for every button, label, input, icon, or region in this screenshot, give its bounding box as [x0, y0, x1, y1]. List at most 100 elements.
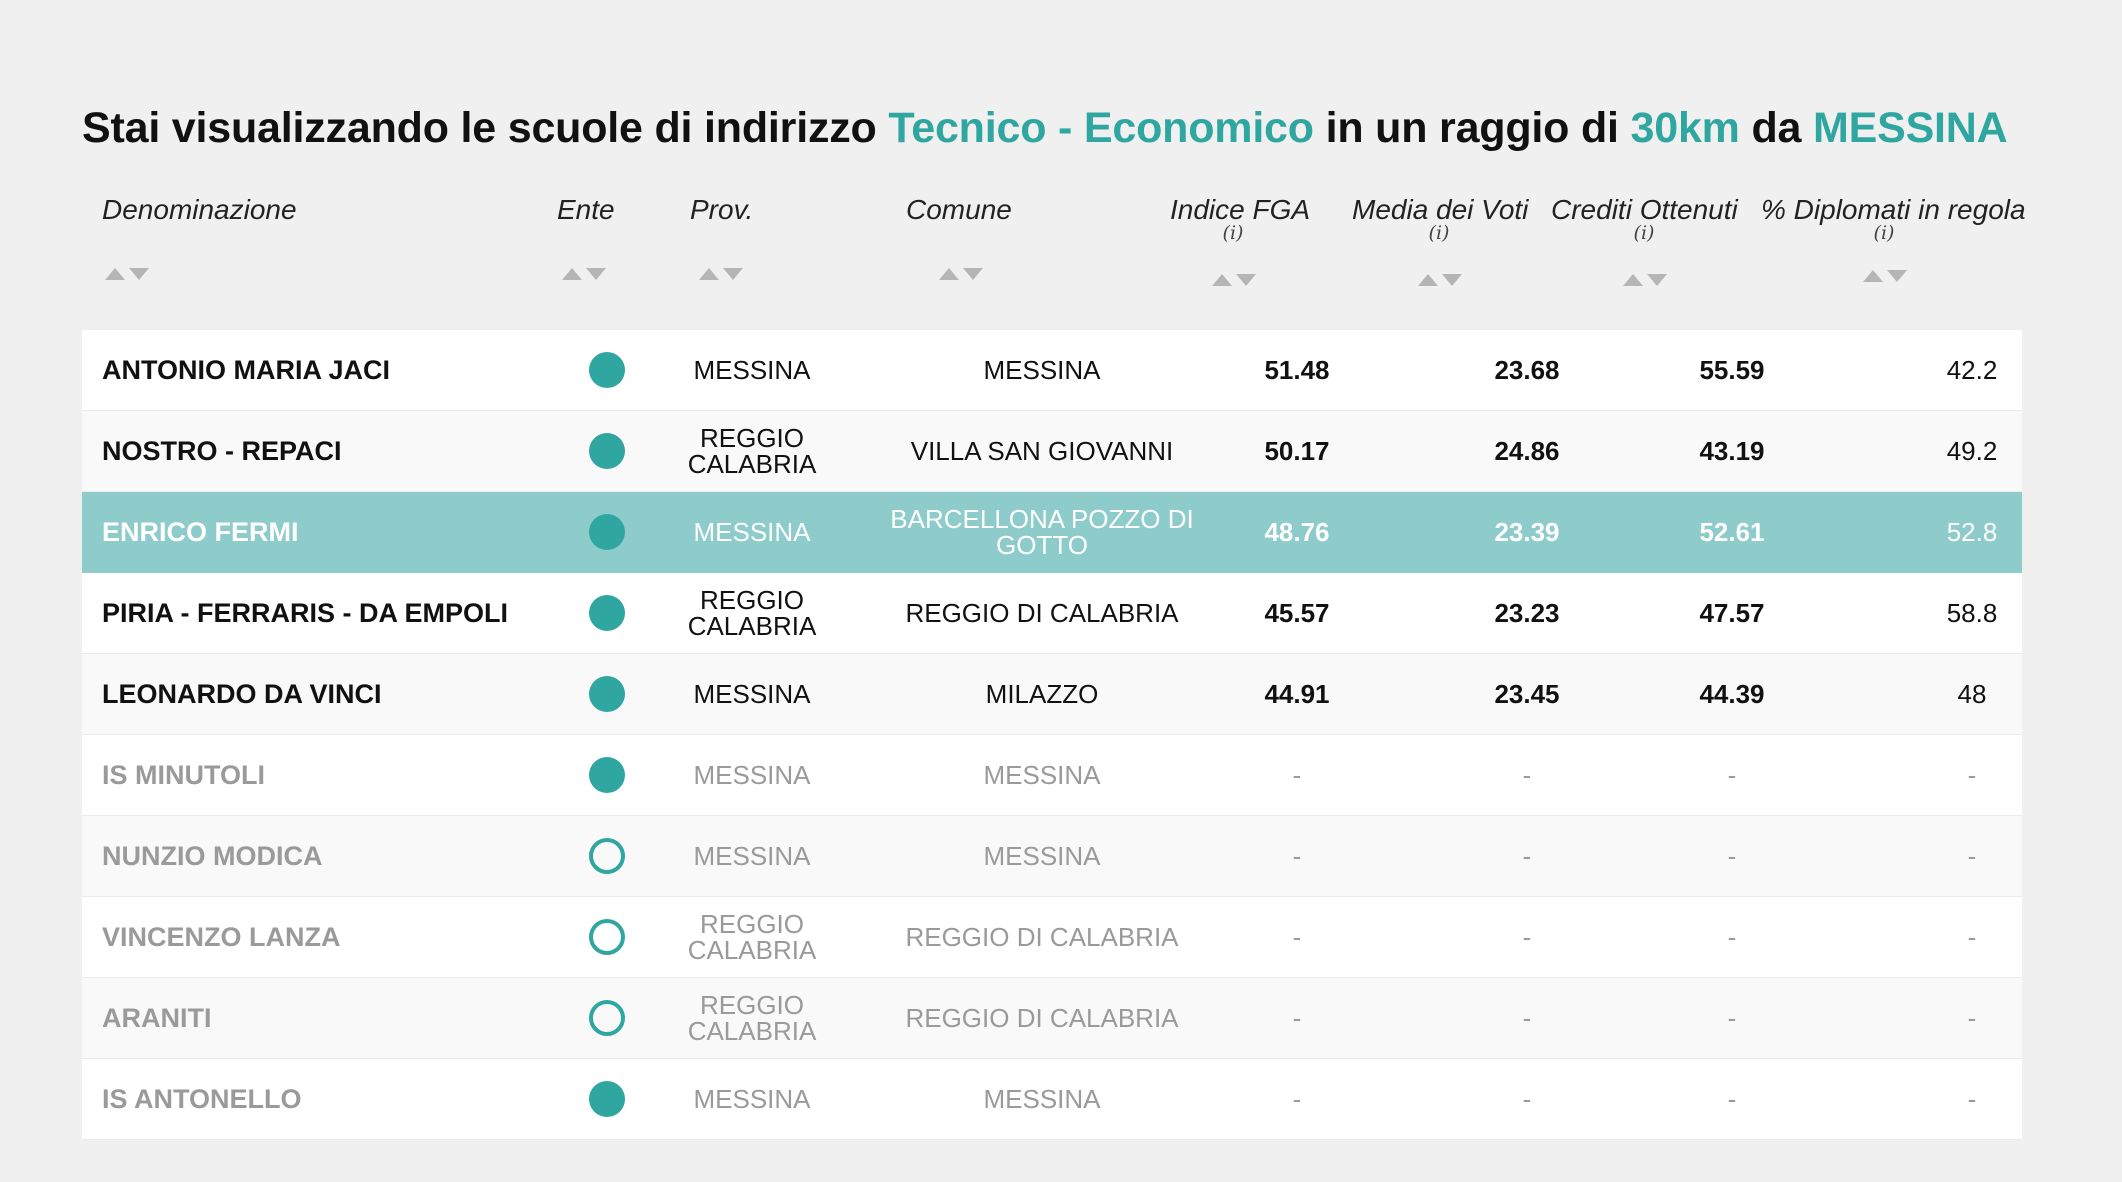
- prov-line-2: CALABRIA: [687, 935, 817, 965]
- sort-denominazione-icon[interactable]: [105, 266, 149, 282]
- prov-cell: MESSINA: [652, 816, 852, 896]
- table-row[interactable]: LEONARDO DA VINCI MESSINA MILAZZO 44.91 …: [82, 654, 2022, 735]
- ente-cell: [562, 492, 652, 572]
- school-name[interactable]: ENRICO FERMI: [102, 492, 299, 572]
- sort-desc-icon[interactable]: [1887, 270, 1907, 282]
- sort-desc-icon[interactable]: [1236, 274, 1256, 286]
- sort-fga-icon[interactable]: [1212, 272, 1256, 288]
- comune-text: MESSINA: [983, 841, 1101, 871]
- table-row-highlighted[interactable]: ENRICO FERMI MESSINA BARCELLONA POZZO DI…: [82, 492, 2022, 573]
- table-row[interactable]: PIRIA - FERRARIS - DA EMPOLI REGGIO CALAB…: [82, 573, 2022, 654]
- header-denominazione: Denominazione: [102, 194, 297, 225]
- sort-asc-icon[interactable]: [1623, 274, 1643, 286]
- sort-asc-icon[interactable]: [105, 268, 125, 280]
- sort-desc-icon[interactable]: [723, 268, 743, 280]
- sort-diplomati-icon[interactable]: [1863, 268, 1907, 284]
- ente-cell: [562, 816, 652, 896]
- sort-desc-icon[interactable]: [129, 268, 149, 280]
- ente-public-icon: [589, 595, 625, 631]
- prov-cell: REGGIO CALABRIA: [652, 411, 852, 491]
- info-icon-diplomati[interactable]: (i): [1874, 222, 1895, 244]
- school-name[interactable]: NUNZIO MODICA: [102, 816, 322, 896]
- sort-prov-icon[interactable]: [699, 266, 743, 282]
- ente-cell: [562, 411, 652, 491]
- school-name[interactable]: LEONARDO DA VINCI: [102, 654, 382, 734]
- header-ente: Ente: [557, 194, 615, 225]
- prov-text: REGGIO CALABRIA: [688, 425, 817, 477]
- school-name[interactable]: ANTONIO MARIA JACI: [102, 330, 390, 410]
- table-row[interactable]: IS ANTONELLO MESSINA MESSINA - - - -: [82, 1059, 2022, 1140]
- comune-text: MESSINA: [983, 1084, 1101, 1114]
- diplomati-value: 42.2: [1946, 355, 1998, 385]
- diplomati-value: -: [1967, 841, 1977, 871]
- ente-cell: [562, 1059, 652, 1139]
- sort-asc-icon[interactable]: [1212, 274, 1232, 286]
- ente-cell: [562, 735, 652, 815]
- sort-asc-icon[interactable]: [1418, 274, 1438, 286]
- ente-public-icon: [589, 352, 625, 388]
- sort-media-icon[interactable]: [1418, 272, 1462, 288]
- prov-cell: REGGIO CALABRIA: [652, 573, 852, 653]
- page-title: Stai visualizzando le scuole di indirizz…: [82, 104, 2008, 153]
- table-row[interactable]: IS MINUTOLI MESSINA MESSINA - - - -: [82, 735, 2022, 816]
- prov-cell: REGGIO CALABRIA: [652, 897, 852, 977]
- school-name[interactable]: NOSTRO - REPACI: [102, 411, 342, 491]
- title-connector: da: [1739, 104, 1813, 152]
- title-raggio: 30km: [1630, 104, 1740, 152]
- table-row[interactable]: ARANITI REGGIO CALABRIA REGGIO DI CALABRI…: [82, 978, 2022, 1059]
- sort-crediti-icon[interactable]: [1623, 272, 1667, 288]
- info-icon-crediti[interactable]: (i): [1634, 222, 1655, 244]
- comune-line-2: GOTTO: [996, 530, 1088, 560]
- sort-desc-icon[interactable]: [1647, 274, 1667, 286]
- prov-text: MESSINA: [693, 1084, 811, 1114]
- school-name[interactable]: IS MINUTOLI: [102, 735, 265, 815]
- ente-private-icon: [589, 919, 625, 955]
- diplomati-value: -: [1967, 922, 1977, 952]
- table-row[interactable]: NUNZIO MODICA MESSINA MESSINA - - - -: [82, 816, 2022, 897]
- school-name[interactable]: VINCENZO LANZA: [102, 897, 341, 977]
- title-middle: in un raggio di: [1313, 104, 1631, 152]
- sort-comune-icon[interactable]: [939, 266, 983, 282]
- ente-cell: [562, 654, 652, 734]
- prov-text: MESSINA: [693, 760, 811, 790]
- sort-desc-icon[interactable]: [963, 268, 983, 280]
- diplomati-value: 58.8: [1946, 598, 1998, 628]
- sort-asc-icon[interactable]: [1863, 270, 1883, 282]
- sort-asc-icon[interactable]: [699, 268, 719, 280]
- sort-ente-icon[interactable]: [562, 266, 606, 282]
- title-prefix: Stai visualizzando le scuole di indirizz…: [82, 104, 889, 152]
- diplomati-value: -: [1967, 1084, 1977, 1114]
- prov-text: MESSINA: [693, 679, 811, 709]
- prov-cell: MESSINA: [652, 735, 852, 815]
- prov-text: MESSINA: [693, 355, 811, 385]
- prov-line-2: CALABRIA: [687, 449, 817, 479]
- ente-private-icon: [589, 838, 625, 874]
- prov-text: REGGIO CALABRIA: [688, 911, 817, 963]
- sort-asc-icon[interactable]: [939, 268, 959, 280]
- sort-desc-icon[interactable]: [1442, 274, 1462, 286]
- school-name[interactable]: PIRIA - FERRARIS - DA EMPOLI: [102, 573, 508, 653]
- table-row[interactable]: ANTONIO MARIA JACI MESSINA MESSINA 51.48…: [82, 330, 2022, 411]
- school-name[interactable]: ARANITI: [102, 978, 212, 1058]
- ente-cell: [562, 573, 652, 653]
- table-row[interactable]: NOSTRO - REPACI REGGIO CALABRIA VILLA SAN…: [82, 411, 2022, 492]
- sort-desc-icon[interactable]: [586, 268, 606, 280]
- comune-text: MESSINA: [983, 760, 1101, 790]
- diplomati-value: -: [1967, 760, 1977, 790]
- ente-public-icon: [589, 433, 625, 469]
- prov-line-2: CALABRIA: [687, 611, 817, 641]
- comune-text: MILAZZO: [985, 679, 1099, 709]
- diplomati-value: -: [1967, 1003, 1977, 1033]
- comune-text: MESSINA: [983, 355, 1101, 385]
- sort-asc-icon[interactable]: [562, 268, 582, 280]
- school-name[interactable]: IS ANTONELLO: [102, 1059, 302, 1139]
- header-prov: Prov.: [690, 194, 754, 225]
- prov-cell: REGGIO CALABRIA: [652, 978, 852, 1058]
- table-row[interactable]: VINCENZO LANZA REGGIO CALABRIA REGGIO DI …: [82, 897, 2022, 978]
- prov-text: MESSINA: [693, 841, 811, 871]
- ente-cell: [562, 897, 652, 977]
- diplomati-value: 48: [1957, 679, 1987, 709]
- info-icon-fga[interactable]: (i): [1223, 222, 1244, 244]
- info-icon-media[interactable]: (i): [1429, 222, 1450, 244]
- ente-public-icon: [589, 676, 625, 712]
